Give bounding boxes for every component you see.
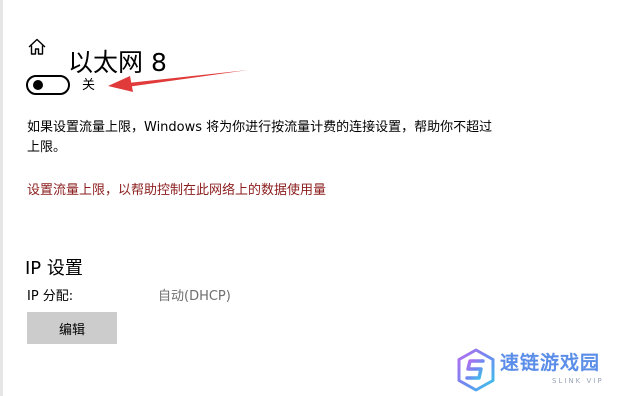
toggle-state-label: 关: [82, 78, 96, 93]
toggle-knob: [33, 80, 43, 90]
ip-assignment-value: 自动(DHCP): [158, 289, 231, 304]
watermark: 速链游戏园 SLINK VIP: [456, 348, 631, 394]
metered-connection-toggle[interactable]: [26, 75, 70, 95]
ip-settings-heading: IP 设置: [25, 257, 83, 279]
annotation-arrow: [108, 70, 248, 92]
watermark-logo-icon: [457, 348, 495, 392]
metered-description: 如果设置流量上限，Windows 将为你进行按流量计费的连接设置，帮助你不超过上…: [27, 120, 493, 155]
ip-assignment-label: IP 分配:: [27, 289, 74, 304]
set-data-limit-link[interactable]: 设置流量上限，以帮助控制在此网络上的数据使用量: [27, 181, 326, 201]
watermark-subtitle: SLINK VIP: [552, 377, 604, 385]
home-button[interactable]: [27, 37, 47, 57]
home-icon: [28, 38, 46, 55]
edit-button[interactable]: 编辑: [27, 312, 117, 344]
window-left-edge: [0, 0, 3, 396]
watermark-name: 速链游戏园: [500, 352, 601, 374]
